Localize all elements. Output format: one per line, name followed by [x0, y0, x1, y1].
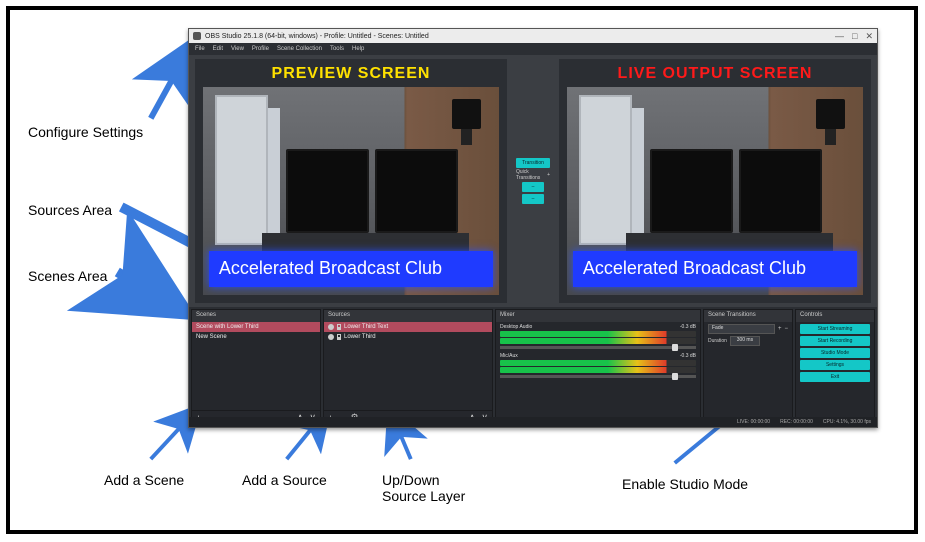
menu-view[interactable]: View	[231, 46, 244, 52]
mixer-dock: Mixer Desktop Audio-0.3 dB Mic/Aux-0.3 d…	[495, 309, 701, 425]
annot-add-source: Add a Source	[242, 472, 327, 488]
transition-select[interactable]: Fade	[708, 324, 775, 334]
status-rec: REC: 00:00:00	[780, 419, 813, 425]
sources-dock: Sources Lower Third Text Lower Third +	[323, 309, 493, 425]
center-extra-button-1[interactable]: –	[522, 182, 544, 192]
menubar: File Edit View Profile Scene Collection …	[189, 43, 877, 55]
start-streaming-button[interactable]: Start Streaming	[800, 324, 870, 334]
app-window: OBS Studio 25.1.8 (64-bit, windows) - Pr…	[188, 28, 878, 428]
lower-third-banner-live: Accelerated Broadcast Club	[573, 251, 857, 287]
scenes-list[interactable]: Scene with Lower Third New Scene	[192, 322, 320, 410]
document-frame: Configure Settings Sources Area Scenes A…	[6, 6, 918, 534]
preview-pane[interactable]: PREVIEW SCREEN Accelerated Broadcast Clu…	[195, 59, 507, 303]
mixer-track: Mic/Aux-0.3 dB	[496, 351, 700, 380]
mixer-track: Desktop Audio-0.3 dB	[496, 322, 700, 351]
settings-button[interactable]: Settings	[800, 360, 870, 370]
transition-remove-button[interactable]: −	[784, 326, 788, 332]
audio-meter	[500, 360, 696, 366]
transition-column: Transition Quick Transitions + – –	[513, 59, 553, 303]
menu-edit[interactable]: Edit	[213, 46, 223, 52]
eye-icon[interactable]	[328, 334, 334, 340]
source-item[interactable]: Lower Third	[324, 332, 492, 342]
sources-list[interactable]: Lower Third Text Lower Third	[324, 322, 492, 410]
menu-help[interactable]: Help	[352, 46, 364, 52]
audio-meter	[500, 338, 696, 344]
minimize-icon[interactable]: —	[835, 31, 844, 42]
preview-label: PREVIEW SCREEN	[195, 65, 507, 83]
sources-header: Sources	[324, 310, 492, 322]
transitions-header: Scene Transitions	[704, 310, 792, 322]
transitions-dock: Scene Transitions Fade + − Duration 300 …	[703, 309, 793, 425]
scene-item[interactable]: Scene with Lower Third	[192, 322, 320, 332]
close-icon[interactable]: ✕	[865, 31, 873, 42]
transition-button[interactable]: Transition	[516, 158, 550, 168]
window-titlebar: OBS Studio 25.1.8 (64-bit, windows) - Pr…	[189, 29, 877, 43]
plus-icon: +	[547, 172, 550, 178]
program-label: LIVE OUTPUT SCREEN	[559, 65, 871, 83]
scenes-header: Scenes	[192, 310, 320, 322]
menu-scene-collection[interactable]: Scene Collection	[277, 46, 322, 52]
lock-icon[interactable]	[337, 324, 341, 330]
mixer-body: Desktop Audio-0.3 dB Mic/Aux-0.3 dB	[496, 322, 700, 424]
transition-add-button[interactable]: +	[778, 326, 782, 332]
program-pane[interactable]: LIVE OUTPUT SCREEN Accelerated Broadcast…	[559, 59, 871, 303]
source-item[interactable]: Lower Third Text	[324, 322, 492, 332]
volume-slider[interactable]	[500, 346, 696, 349]
audio-meter	[500, 331, 696, 337]
annot-scenes-area: Scenes Area	[28, 268, 107, 284]
status-cpu: CPU: 4.1%, 30.00 fps	[823, 419, 871, 425]
center-extra-button-2[interactable]: –	[522, 194, 544, 204]
annot-add-scene: Add a Scene	[104, 472, 184, 488]
app-icon	[193, 32, 201, 40]
eye-icon[interactable]	[328, 324, 334, 330]
annot-configure-settings: Configure Settings	[28, 124, 143, 140]
menu-profile[interactable]: Profile	[252, 46, 269, 52]
maximize-icon[interactable]: □	[852, 31, 857, 42]
status-bar: LIVE: 00:00:00 REC: 00:00:00 CPU: 4.1%, …	[189, 417, 877, 427]
window-title: OBS Studio 25.1.8 (64-bit, windows) - Pr…	[205, 33, 429, 40]
preview-area: PREVIEW SCREEN Accelerated Broadcast Clu…	[189, 55, 877, 307]
controls-header: Controls	[796, 310, 874, 322]
exit-button[interactable]: Exit	[800, 372, 870, 382]
mixer-header: Mixer	[496, 310, 700, 322]
annot-sources-area: Sources Area	[28, 202, 112, 218]
menu-tools[interactable]: Tools	[330, 46, 344, 52]
preview-viewport: Accelerated Broadcast Club	[203, 87, 499, 295]
program-viewport: Accelerated Broadcast Club	[567, 87, 863, 295]
duration-input[interactable]: 300 ms	[730, 336, 760, 346]
status-live: LIVE: 00:00:00	[737, 419, 770, 425]
start-recording-button[interactable]: Start Recording	[800, 336, 870, 346]
annot-updown-layer: Up/Down Source Layer	[382, 472, 465, 504]
quick-transitions-button[interactable]: Quick Transitions +	[516, 170, 550, 180]
transitions-body: Fade + − Duration 300 ms	[704, 322, 792, 424]
volume-slider[interactable]	[500, 375, 696, 378]
scenes-dock: Scenes Scene with Lower Third New Scene …	[191, 309, 321, 425]
duration-label: Duration	[708, 338, 727, 344]
controls-dock: Controls Start Streaming Start Recording…	[795, 309, 875, 425]
annot-enable-studio: Enable Studio Mode	[622, 476, 748, 492]
scene-item[interactable]: New Scene	[192, 332, 320, 342]
lower-third-banner: Accelerated Broadcast Club	[209, 251, 493, 287]
audio-meter	[500, 367, 696, 373]
menu-file[interactable]: File	[195, 46, 205, 52]
docks-area: Scenes Scene with Lower Third New Scene …	[189, 307, 877, 427]
studio-mode-button[interactable]: Studio Mode	[800, 348, 870, 358]
window-controls: — □ ✕	[835, 31, 873, 42]
lock-icon[interactable]	[337, 334, 341, 340]
controls-body: Start Streaming Start Recording Studio M…	[796, 322, 874, 424]
